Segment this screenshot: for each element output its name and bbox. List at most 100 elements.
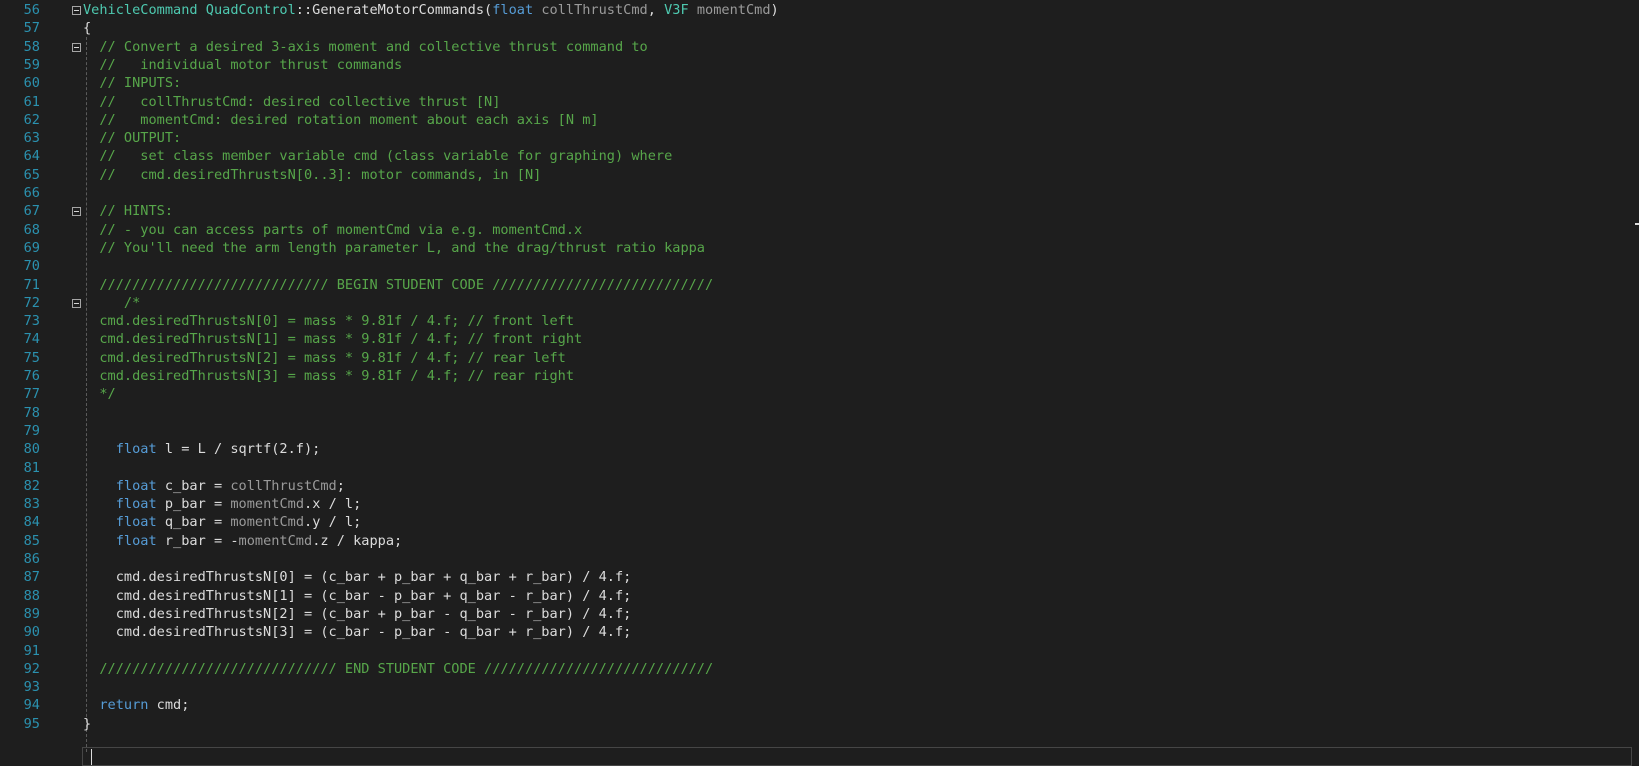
line-number: 94 [23, 697, 40, 714]
code-line[interactable]: 65 // cmd.desiredThrustsN[0..3]: motor c… [0, 166, 1639, 185]
code-line[interactable]: 91 [0, 642, 1639, 661]
code-line[interactable]: 59 // individual motor thrust commands [0, 56, 1639, 75]
code-line[interactable]: 84 float q_bar = momentCmd.y / l; [0, 513, 1639, 532]
code-line[interactable]: 61 // collThrustCmd: desired collective … [0, 93, 1639, 112]
code-text: cmd.desiredThrustsN[1] = mass * 9.81f / … [83, 331, 583, 348]
code-text: */ [83, 386, 116, 403]
line-number: 70 [23, 258, 40, 275]
code-line[interactable]: 56 VehicleCommand QuadControl::GenerateMo… [0, 1, 1639, 20]
collapse-toggle-icon[interactable] [72, 207, 81, 217]
code-text: // set class member variable cmd (class … [83, 148, 673, 165]
code-line[interactable]: 63 // OUTPUT: [0, 129, 1639, 148]
code-line[interactable]: 62 // momentCmd: desired rotation moment… [0, 111, 1639, 130]
scroll-marker [1635, 223, 1639, 225]
line-number: 62 [23, 111, 40, 128]
line-number: 87 [23, 569, 40, 586]
code-text: // momentCmd: desired rotation moment ab… [83, 111, 599, 128]
code-line[interactable]: 75 cmd.desiredThrustsN[2] = mass * 9.81f… [0, 349, 1639, 368]
line-number: 68 [23, 221, 40, 238]
code-line[interactable]: 70 [0, 257, 1639, 276]
code-line[interactable]: 73 cmd.desiredThrustsN[0] = mass * 9.81f… [0, 312, 1639, 331]
code-line[interactable]: 85 float r_bar = -momentCmd.z / kappa; [0, 532, 1639, 551]
line-number: 66 [23, 185, 40, 201]
code-text: // individual motor thrust commands [83, 56, 403, 73]
code-text: // You'll need the arm length parameter … [83, 239, 705, 256]
code-line[interactable]: 94 return cmd; [0, 696, 1639, 715]
code-text: cmd.desiredThrustsN[2] = mass * 9.81f / … [83, 349, 566, 366]
code-text: cmd.desiredThrustsN[2] = (c_bar + p_bar … [83, 605, 632, 622]
line-number: 86 [23, 551, 40, 567]
code-line[interactable]: 83 float p_bar = momentCmd.x / l; [0, 495, 1639, 514]
code-text: ///////////////////////////// END STUDEN… [83, 660, 714, 677]
line-number: 78 [23, 404, 40, 421]
line-number: 60 [23, 75, 40, 92]
code-text: //////////////////////////// BEGIN STUDE… [83, 276, 714, 293]
line-number: 85 [23, 532, 40, 549]
line-number: 82 [23, 477, 40, 494]
code-line[interactable]: 68 // - you can access parts of momentCm… [0, 221, 1639, 240]
current-line-highlight [82, 747, 1632, 766]
line-number: 65 [23, 166, 40, 183]
code-text: VehicleCommand QuadControl::GenerateMoto… [83, 2, 779, 18]
line-number: 64 [23, 148, 40, 165]
line-number: 92 [23, 660, 40, 677]
code-line[interactable]: 71 //////////////////////////// BEGIN ST… [0, 276, 1639, 295]
collapse-toggle-icon[interactable] [72, 298, 81, 308]
code-line[interactable]: 92 ///////////////////////////// END STU… [0, 660, 1639, 679]
code-line[interactable]: 86 [0, 550, 1639, 569]
code-line[interactable]: 77 */ [0, 385, 1639, 404]
code-line[interactable]: 76 cmd.desiredThrustsN[3] = mass * 9.81f… [0, 367, 1639, 386]
code-line[interactable]: 93 [0, 678, 1639, 697]
line-number: 77 [23, 386, 40, 403]
code-text: float p_bar = momentCmd.x / l; [115, 496, 362, 513]
code-line[interactable]: 79 [0, 422, 1639, 441]
code-line[interactable]: 81 [0, 459, 1639, 478]
code-line[interactable]: 60 // INPUTS: [0, 74, 1639, 93]
collapse-toggle-icon[interactable] [72, 6, 81, 15]
code-text: cmd.desiredThrustsN[0] = (c_bar + p_bar … [83, 569, 632, 586]
line-number: 74 [23, 331, 40, 348]
line-number: 57 [23, 20, 40, 37]
code-line[interactable]: 66 [0, 184, 1639, 203]
code-line[interactable]: 80 float l = L / sqrtf(2.f); [0, 440, 1639, 459]
code-line[interactable]: 82 float c_bar = collThrustCmd; [0, 477, 1639, 496]
code-text: { [83, 20, 92, 37]
line-number: 88 [23, 587, 40, 604]
code-text: cmd.desiredThrustsN[0] = mass * 9.81f / … [83, 313, 575, 330]
code-text: return cmd; [99, 697, 190, 714]
code-text: // OUTPUT: [83, 130, 182, 147]
code-editor[interactable]: 56 VehicleCommand QuadControl::GenerateMo… [0, 0, 1639, 766]
line-number: 81 [23, 459, 40, 476]
code-line[interactable]: 57 { [0, 19, 1639, 38]
code-line[interactable]: 58 // Convert a desired 3-axis moment an… [0, 38, 1639, 57]
collapse-toggle-icon[interactable] [72, 42, 81, 52]
code-line[interactable]: 87 cmd.desiredThrustsN[0] = (c_bar + p_b… [0, 568, 1639, 587]
code-line[interactable]: 67 // HINTS: [0, 202, 1639, 221]
line-number: 93 [23, 679, 40, 696]
code-line[interactable]: 69 // You'll need the arm length paramet… [0, 239, 1639, 258]
line-number: 63 [23, 130, 40, 147]
code-text: float c_bar = collThrustCmd; [115, 477, 345, 494]
code-line[interactable]: 88 cmd.desiredThrustsN[1] = (c_bar - p_b… [0, 587, 1639, 606]
line-number: 56 [23, 2, 40, 18]
code-text: cmd.desiredThrustsN[3] = mass * 9.81f / … [83, 368, 575, 384]
code-line[interactable]: 64 // set class member variable cmd (cla… [0, 147, 1639, 166]
line-number: 75 [23, 349, 40, 366]
line-number: 80 [23, 441, 40, 458]
code-text: } [83, 715, 92, 732]
code-line[interactable]: 72 /* [0, 294, 1639, 313]
line-number: 89 [23, 605, 40, 622]
code-text: // collThrustCmd: desired collective thr… [83, 93, 501, 110]
line-number: 69 [23, 239, 40, 256]
line-number: 79 [23, 422, 40, 439]
line-number: 58 [23, 38, 40, 55]
code-line[interactable]: 95} [0, 715, 1639, 734]
line-number: 67 [23, 203, 40, 220]
code-line[interactable]: 74 cmd.desiredThrustsN[1] = mass * 9.81f… [0, 330, 1639, 349]
code-line[interactable]: 90 cmd.desiredThrustsN[3] = (c_bar - p_b… [0, 623, 1639, 642]
code-text: float l = L / sqrtf(2.f); [115, 441, 321, 458]
code-text: float q_bar = momentCmd.y / l; [115, 514, 362, 531]
code-line[interactable]: 89 cmd.desiredThrustsN[2] = (c_bar + p_b… [0, 605, 1639, 624]
line-number: 84 [23, 514, 40, 531]
code-line[interactable]: 78 [0, 404, 1639, 423]
